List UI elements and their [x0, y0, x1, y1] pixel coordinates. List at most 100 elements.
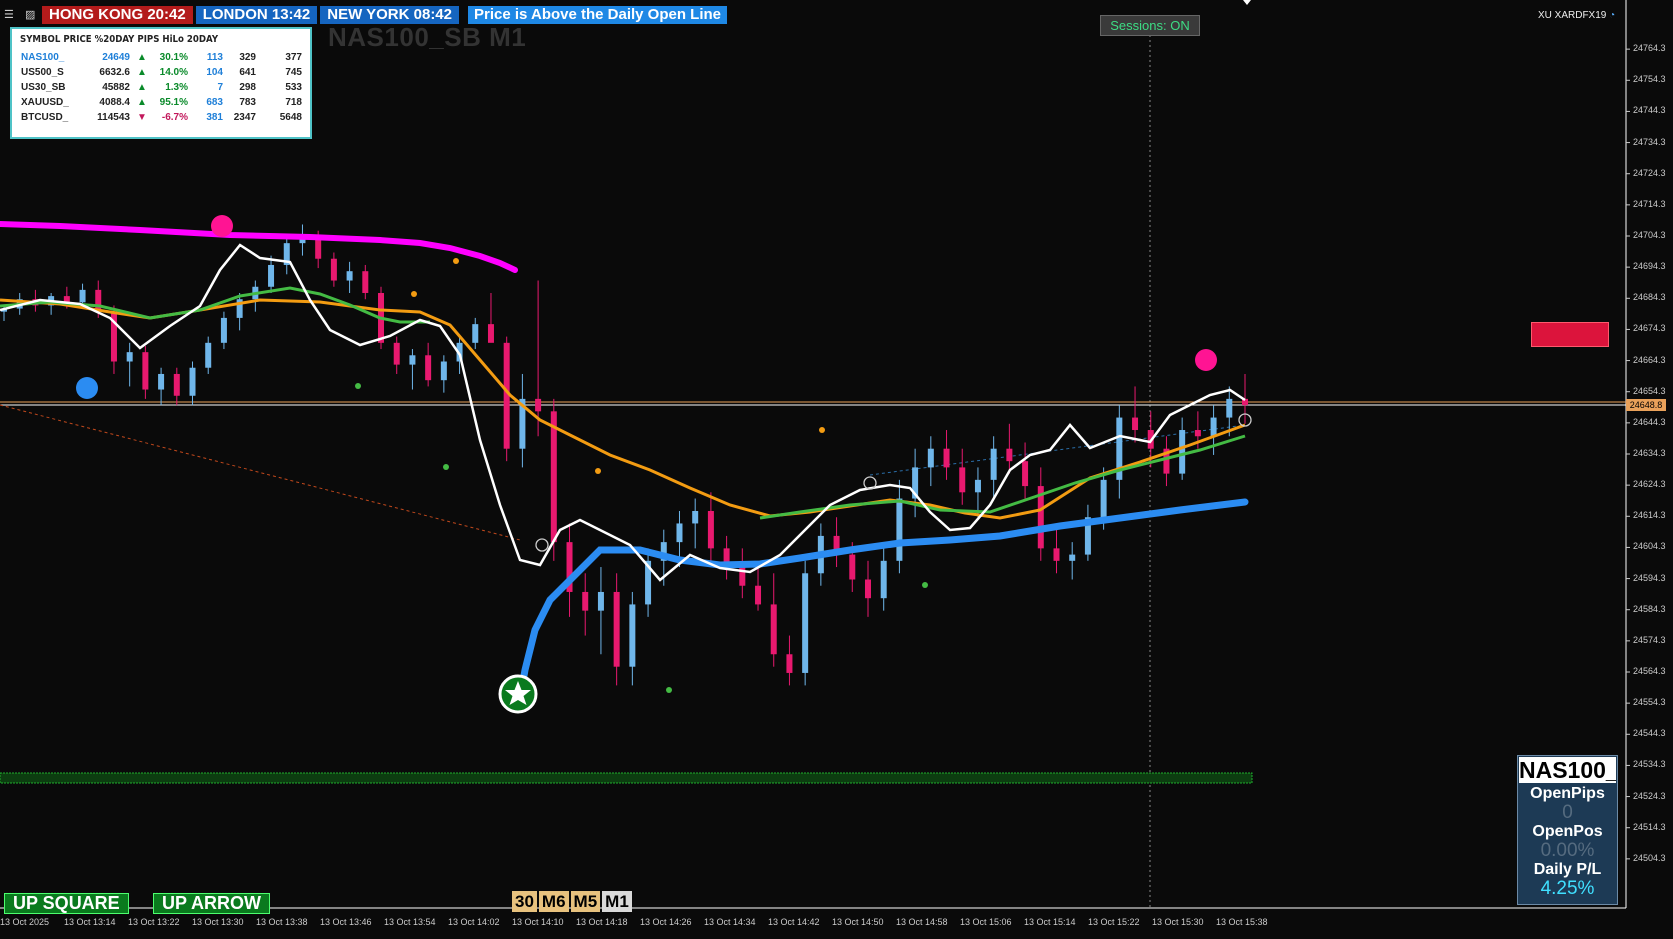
panel-symbol: NAS100_S — [1519, 757, 1616, 783]
tf-m6-button[interactable]: M6 — [538, 891, 569, 912]
y-axis-label: 24524.3 — [1633, 790, 1666, 801]
candle-body — [943, 448, 950, 468]
open-pos-label: OpenPos — [1532, 823, 1603, 840]
sell-signal-dot — [211, 215, 233, 237]
candle-body — [1210, 417, 1217, 437]
clock-london: LONDON 13:42 — [195, 6, 318, 24]
red-signal-box — [1531, 322, 1609, 347]
swing-dot-orange-3 — [595, 468, 601, 474]
candle-body — [362, 271, 369, 293]
x-axis-label: 13 Oct 14:10 — [512, 917, 564, 927]
table-cell-price: 6632.6 — [99, 67, 130, 78]
table-cell-sym: NAS100_ — [21, 52, 65, 63]
symbol-table-header: SYMBOL PRICE %20DAY PIPS HiLo 20DAY — [20, 34, 219, 45]
table-cell-pct: 30.1% — [159, 52, 188, 63]
table-cell-arrow: ▲ — [137, 97, 147, 108]
table-cell-pips: 113 — [206, 52, 223, 63]
swing-dot-orange — [411, 291, 417, 297]
swing-dot-orange-2 — [453, 258, 459, 264]
clock-hong-kong: HONG KONG 20:42 — [42, 6, 193, 24]
table-row: BTCUSD_ 114543 ▼ -6.7% 381 2347 5648 — [12, 112, 310, 127]
candle-body — [205, 342, 212, 368]
candle-body — [849, 554, 856, 580]
candle-body — [79, 289, 86, 303]
tf-m5-button[interactable]: M5 — [570, 891, 601, 912]
swing-dot-green-4 — [922, 582, 928, 588]
up-arrow-button[interactable]: UP ARROW — [153, 893, 270, 914]
candle-body — [582, 591, 589, 611]
candle-body — [535, 398, 542, 412]
y-axis-label: 24614.3 — [1633, 510, 1666, 521]
y-axis-label: 24594.3 — [1633, 572, 1666, 583]
tf-m1-button[interactable]: M1 — [602, 891, 632, 912]
y-axis-label: 24574.3 — [1633, 634, 1666, 645]
y-axis-label: 24604.3 — [1633, 541, 1666, 552]
candle-body — [786, 654, 793, 673]
x-axis-label: 13 Oct 15:30 — [1152, 917, 1204, 927]
x-axis-label: 13 Oct 15:06 — [960, 917, 1012, 927]
symbol-watermark: NAS100_SB M1 — [328, 22, 527, 52]
table-cell-price: 45882 — [102, 82, 130, 93]
candle-body — [173, 373, 180, 396]
x-axis-label: 13 Oct 13:54 — [384, 917, 436, 927]
x-axis-label: 13 Oct 13:22 — [128, 917, 180, 927]
table-cell-pct: 95.1% — [159, 97, 188, 108]
y-axis-label: 24634.3 — [1633, 448, 1666, 458]
account-panel: NAS100_S OpenPips 0 OpenPos 0.00% Daily … — [1517, 755, 1618, 905]
buy-signal-dot — [76, 377, 98, 399]
sell-signal-dot-2 — [1195, 349, 1217, 371]
candle-body — [1069, 554, 1076, 561]
table-cell-hilo: 2347 — [233, 112, 256, 123]
candle-body — [1226, 398, 1233, 418]
candle-body — [896, 498, 903, 561]
table-cell-price: 24649 — [102, 52, 130, 63]
candle-body — [707, 510, 714, 549]
y-axis-label: 24564.3 — [1633, 666, 1666, 676]
x-axis-label: 13 Oct 13:14 — [64, 917, 116, 927]
chart-icon[interactable]: ▨ — [25, 9, 39, 21]
candle-body — [959, 467, 966, 493]
y-axis-label: 24684.3 — [1633, 292, 1666, 303]
menu-icon[interactable]: ☰ — [4, 9, 18, 21]
candle-body — [189, 367, 196, 396]
candle-body — [676, 523, 683, 543]
table-cell-pips: 104 — [206, 67, 223, 78]
candle-body — [1100, 479, 1107, 518]
price-chart[interactable] — [0, 0, 1673, 939]
shift-marker-icon[interactable] — [1243, 0, 1251, 5]
daily-pl-value: 4.25% — [1540, 878, 1595, 899]
chart-background — [0, 0, 1673, 939]
table-cell-day: 5648 — [279, 112, 302, 123]
x-axis-label: 13 Oct 14:42 — [768, 917, 820, 927]
y-axis-label: 24664.3 — [1633, 354, 1666, 365]
tf-30-button[interactable]: 30 — [512, 891, 537, 912]
sessions-toggle-button[interactable]: Sessions: ON — [1100, 15, 1200, 36]
table-row: XAUUSD_ 4088.4 ▲ 95.1% 683 783 718 — [12, 97, 310, 112]
candle-body — [692, 510, 699, 524]
current-price-tag: 24648.8 — [1626, 399, 1666, 411]
candle — [503, 336, 510, 462]
candle-body — [440, 361, 447, 381]
table-cell-day: 533 — [285, 82, 302, 93]
x-axis-label: 13 Oct 15:22 — [1088, 917, 1140, 927]
swing-dot-green — [355, 383, 361, 389]
x-axis-label: 13 Oct 13:30 — [192, 917, 244, 927]
swing-dot-green-3 — [666, 687, 672, 693]
table-cell-hilo: 641 — [239, 67, 256, 78]
x-axis-label: 13 Oct 14:50 — [832, 917, 884, 927]
account-name: XU XARDFX19 — [1538, 10, 1607, 21]
swing-dot-orange-4 — [819, 427, 825, 433]
y-axis-label: 24544.3 — [1633, 728, 1666, 739]
globe-icon: ◔ — [1609, 10, 1616, 21]
x-axis-label: 13 Oct 13:46 — [320, 917, 372, 927]
candle-body — [1179, 430, 1186, 474]
candle-body — [990, 448, 997, 480]
x-axis-label: 13 Oct 14:26 — [640, 917, 692, 927]
candle-body — [629, 604, 636, 667]
y-axis-label: 24644.3 — [1633, 416, 1666, 427]
up-square-button[interactable]: UP SQUARE — [4, 893, 129, 914]
y-axis-label: 24554.3 — [1633, 697, 1666, 708]
candle-body — [393, 342, 400, 365]
open-pos-value: 0.00% — [1540, 840, 1595, 861]
table-cell-day: 377 — [285, 52, 302, 63]
